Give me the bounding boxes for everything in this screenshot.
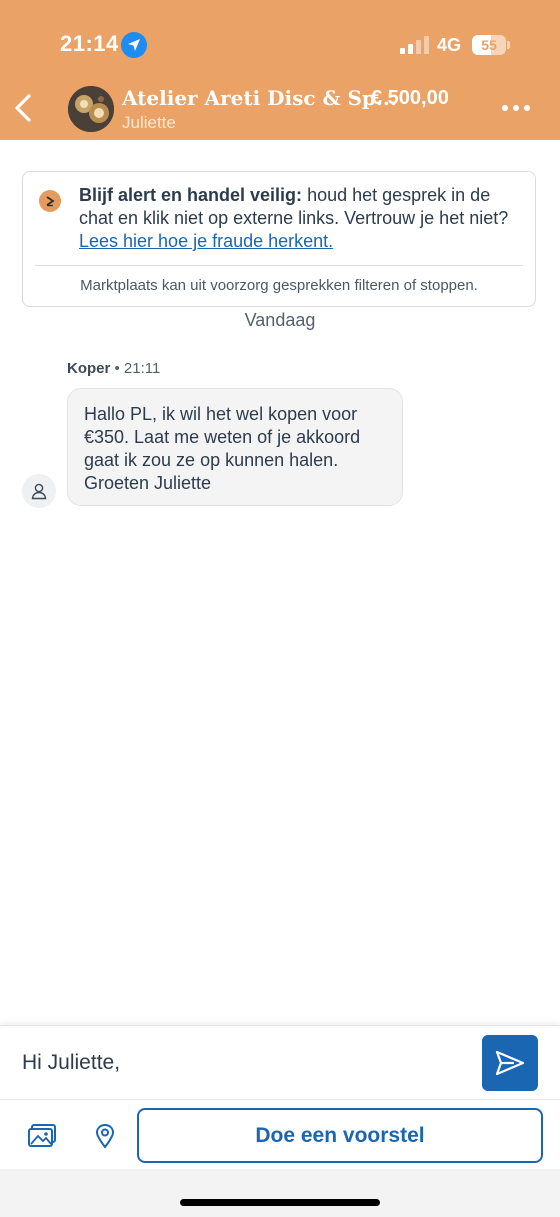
cellular-signal-icon (400, 36, 430, 54)
battery-cap (507, 41, 510, 49)
add-photo-button[interactable] (26, 1120, 58, 1152)
home-indicator[interactable] (180, 1199, 380, 1206)
alert-icon (39, 190, 61, 212)
share-location-button[interactable] (92, 1120, 118, 1152)
fraud-info-link[interactable]: Lees hier hoe je fraude herkent. (79, 231, 333, 251)
listing-image (68, 86, 114, 132)
conversation-user-name: Juliette (122, 113, 176, 132)
safety-notice: Blijf alert en handel veilig: houd het g… (22, 171, 536, 307)
message-bubble[interactable]: Hallo PL, ik wil het wel kopen voor €350… (67, 388, 403, 506)
location-pin-icon (95, 1123, 115, 1149)
notice-bold-text: Blijf alert en handel veilig: (79, 185, 303, 205)
more-dots-icon (502, 105, 508, 111)
message-input[interactable] (12, 1038, 482, 1088)
message-composer (0, 1025, 560, 1100)
action-toolbar: Doe een voorstel (0, 1099, 560, 1170)
home-indicator-area (0, 1169, 560, 1217)
battery-icon: 55 (472, 35, 506, 55)
send-icon (495, 1050, 525, 1076)
photo-icon (28, 1124, 56, 1147)
chevron-left-icon (15, 94, 31, 122)
message-time: • 21:11 (114, 360, 161, 377)
location-arrow-icon (121, 32, 147, 58)
day-separator: Vandaag (244, 310, 316, 330)
listing-price: € 500,00 (371, 87, 449, 109)
battery-level: 55 (481, 37, 497, 53)
more-dots-icon (524, 105, 530, 111)
more-dots-icon (513, 105, 519, 111)
message-sender: Koper (67, 360, 111, 377)
more-options-button[interactable] (496, 98, 536, 118)
notice-divider (35, 265, 523, 266)
make-offer-button[interactable]: Doe een voorstel (137, 1108, 543, 1163)
notice-footer: Marktplaats kan uit voorzorg gesprekken … (80, 277, 478, 294)
status-time: 21:14 (60, 31, 119, 56)
send-button[interactable] (482, 1035, 538, 1091)
message-meta: Koper • 21:11 (67, 360, 160, 377)
notice-text: Blijf alert en handel veilig: houd het g… (79, 184, 519, 253)
listing-thumbnail[interactable] (68, 86, 114, 132)
back-button[interactable] (6, 90, 40, 126)
user-icon (22, 474, 56, 508)
network-type: 4G (437, 35, 462, 55)
listing-title[interactable]: Atelier Areti Disc & Sp... (122, 86, 397, 110)
top-header: 21:14 4G 55 Atelier Areti Disc & Sp... €… (0, 0, 560, 140)
